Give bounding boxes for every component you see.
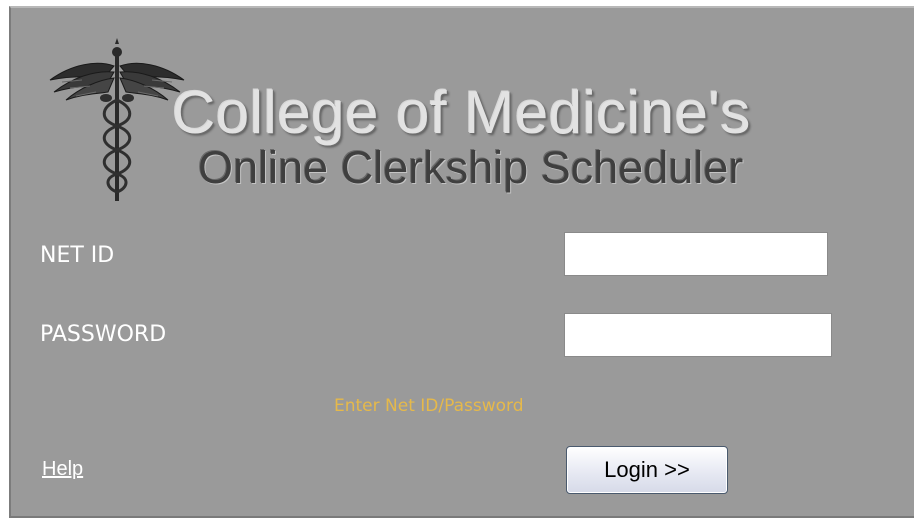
netid-input[interactable] [564, 232, 828, 276]
login-button[interactable]: Login >> [566, 446, 728, 494]
panel-divider [9, 516, 914, 518]
login-message: Enter Net ID/Password [334, 396, 524, 416]
password-label: PASSWORD [40, 322, 167, 347]
app-title: College of Medicine's [172, 79, 751, 146]
app-subtitle: Online Clerkship Scheduler [198, 142, 744, 193]
password-input[interactable] [564, 313, 832, 357]
help-link[interactable]: Help [42, 458, 83, 481]
netid-label: NET ID [40, 243, 115, 268]
caduceus-icon [49, 38, 185, 201]
